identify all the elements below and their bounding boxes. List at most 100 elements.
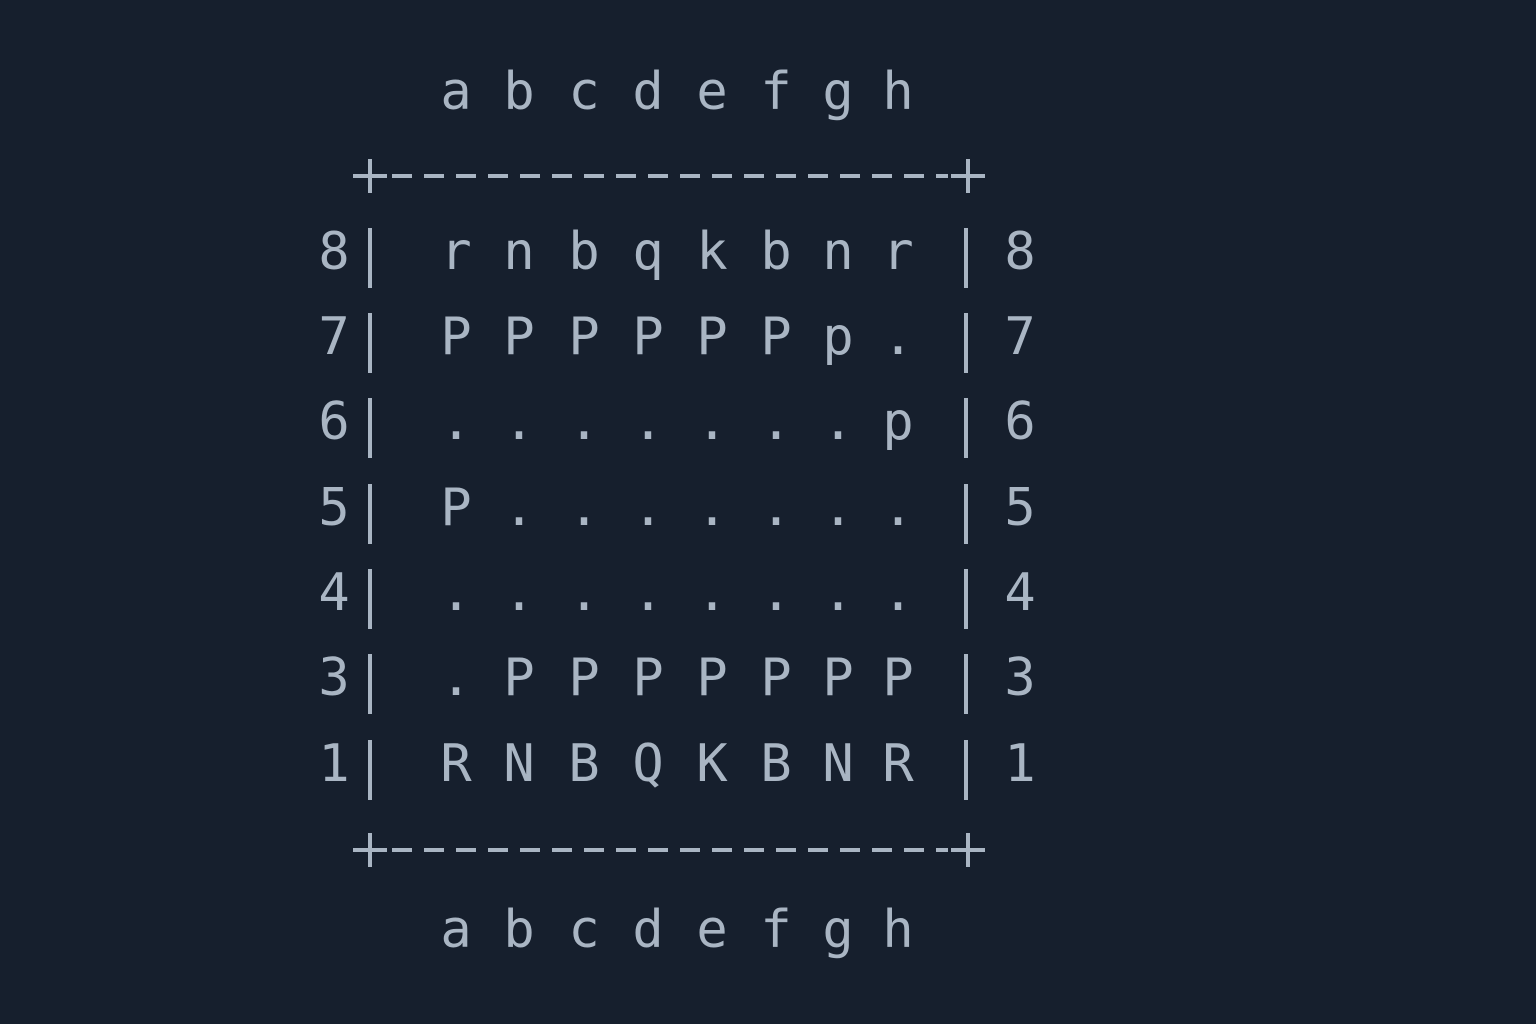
board-edge-left (368, 313, 372, 373)
file-label-bottom: g (822, 900, 854, 960)
rank-label-right: 7 (1004, 307, 1036, 367)
file-label-bottom: e (696, 900, 728, 960)
empty-square: . (503, 563, 535, 623)
empty-square: . (568, 392, 600, 452)
file-label-top: c (568, 62, 600, 122)
empty-square: . (440, 648, 472, 708)
board-corner-bottom-left (353, 833, 387, 867)
chess-piece: P (760, 648, 792, 708)
empty-square: . (632, 563, 664, 623)
empty-square: . (568, 478, 600, 538)
chess-piece: P (568, 648, 600, 708)
chess-piece: K (696, 734, 728, 794)
chess-piece: Q (632, 734, 664, 794)
empty-square: . (822, 478, 854, 538)
chess-piece: P (760, 307, 792, 367)
file-label-bottom: a (440, 900, 472, 960)
board-corner-top-right (951, 159, 985, 193)
empty-square: . (882, 307, 914, 367)
chess-piece: P (568, 307, 600, 367)
file-label-top: a (440, 62, 472, 122)
board-edge-left (368, 398, 372, 458)
file-label-top: e (696, 62, 728, 122)
chess-piece: P (503, 307, 535, 367)
chess-piece: B (568, 734, 600, 794)
empty-square: . (440, 392, 472, 452)
chess-piece: R (440, 734, 472, 794)
chess-piece: P (440, 478, 472, 538)
chess-piece: q (632, 222, 664, 282)
chess-piece: B (760, 734, 792, 794)
empty-square: . (503, 392, 535, 452)
rank-label-left: 3 (318, 648, 350, 708)
board-edge-left (368, 569, 372, 629)
rank-label-right: 1 (1004, 734, 1036, 794)
board-edge-right (964, 228, 968, 288)
empty-square: . (882, 478, 914, 538)
empty-square: . (822, 392, 854, 452)
board-edge-right (964, 740, 968, 800)
rank-label-left: 1 (318, 734, 350, 794)
chess-piece: N (503, 734, 535, 794)
chess-piece: b (568, 222, 600, 282)
empty-square: . (760, 478, 792, 538)
file-label-top: g (822, 62, 854, 122)
board-corner-top-left (353, 159, 387, 193)
chess-piece: N (822, 734, 854, 794)
board-edge-left (368, 228, 372, 288)
empty-square: . (632, 478, 664, 538)
file-label-bottom: c (568, 900, 600, 960)
file-label-top: f (760, 62, 792, 122)
rank-label-left: 7 (318, 307, 350, 367)
file-label-bottom: h (882, 900, 914, 960)
rank-label-left: 8 (318, 222, 350, 282)
chess-piece: r (440, 222, 472, 282)
rank-label-left: 4 (318, 563, 350, 623)
empty-square: . (696, 392, 728, 452)
chess-piece: n (503, 222, 535, 282)
file-label-top: h (882, 62, 914, 122)
empty-square: . (696, 478, 728, 538)
chess-piece: P (696, 307, 728, 367)
file-label-bottom: f (760, 900, 792, 960)
empty-square: . (440, 563, 472, 623)
chess-piece: P (503, 648, 535, 708)
chess-piece: P (632, 648, 664, 708)
rank-label-right: 8 (1004, 222, 1036, 282)
rank-label-left: 5 (318, 478, 350, 538)
board-edge-right (964, 654, 968, 714)
empty-square: . (503, 478, 535, 538)
file-label-top: b (503, 62, 535, 122)
chess-piece: P (696, 648, 728, 708)
empty-square: . (882, 563, 914, 623)
chess-piece: p (822, 307, 854, 367)
file-label-bottom: b (503, 900, 535, 960)
board-corner-bottom-right (951, 833, 985, 867)
rank-label-right: 6 (1004, 392, 1036, 452)
chess-piece: n (822, 222, 854, 282)
chess-piece: P (882, 648, 914, 708)
chess-piece: b (760, 222, 792, 282)
board-edge-left (368, 654, 372, 714)
empty-square: . (760, 563, 792, 623)
board-border-bottom (392, 848, 948, 852)
board-edge-right (964, 484, 968, 544)
empty-square: . (696, 563, 728, 623)
chess-piece: P (632, 307, 664, 367)
chess-piece: p (882, 392, 914, 452)
chess-piece: P (822, 648, 854, 708)
chess-piece: r (882, 222, 914, 282)
chess-piece: R (882, 734, 914, 794)
chess-board-terminal: abcdefghabcdefgh88rnbqkbnr77PPPPPPp.66..… (0, 0, 1536, 1024)
board-edge-right (964, 569, 968, 629)
rank-label-left: 6 (318, 392, 350, 452)
file-label-top: d (632, 62, 664, 122)
chess-piece: k (696, 222, 728, 282)
board-border-top (392, 174, 948, 178)
file-label-bottom: d (632, 900, 664, 960)
board-edge-right (964, 313, 968, 373)
board-edge-left (368, 740, 372, 800)
rank-label-right: 3 (1004, 648, 1036, 708)
empty-square: . (760, 392, 792, 452)
rank-label-right: 5 (1004, 478, 1036, 538)
